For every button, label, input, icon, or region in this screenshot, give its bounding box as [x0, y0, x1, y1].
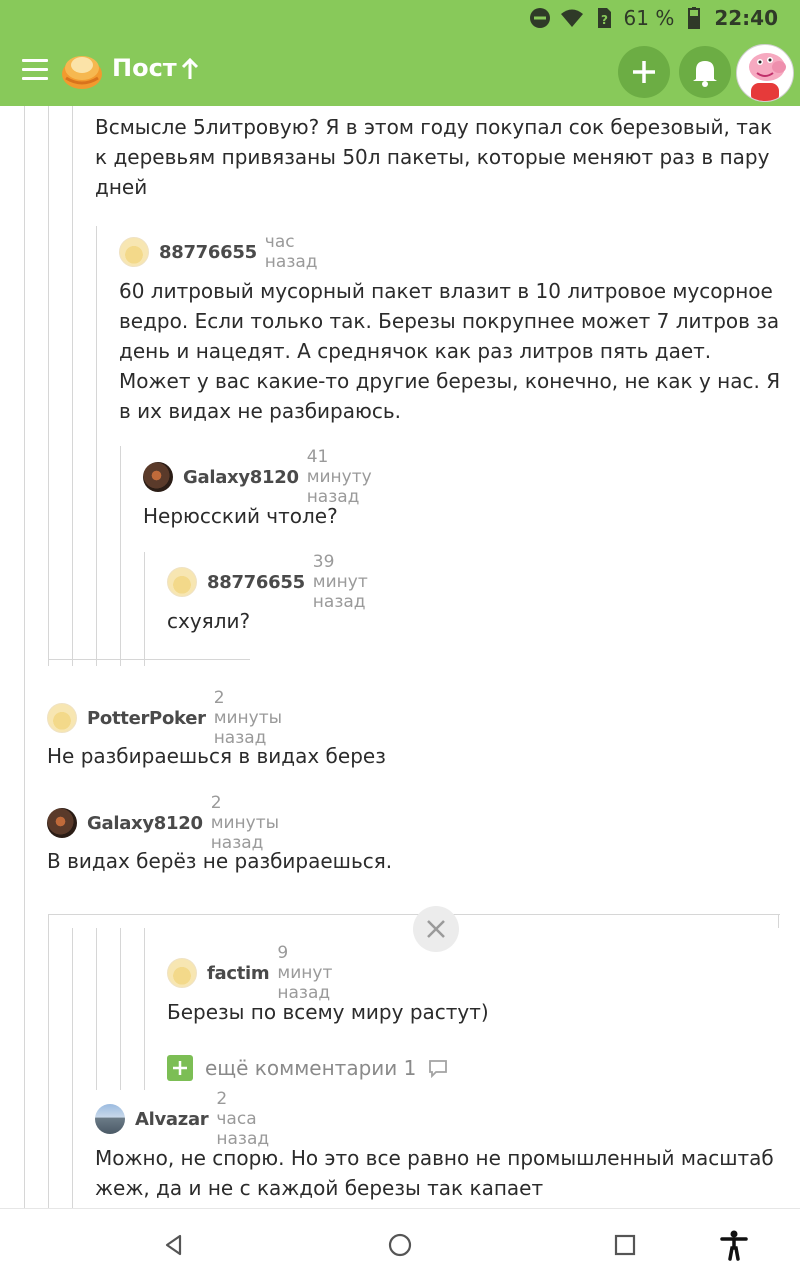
avatar[interactable] [95, 1104, 125, 1134]
comment-author[interactable]: Galaxy8120 [183, 467, 299, 488]
collapse-thread-button[interactable] [413, 906, 459, 952]
page-title: Пост [112, 54, 177, 82]
comment-bubble-icon [429, 1060, 448, 1078]
status-bar: ? 61 % 22:40 [0, 0, 800, 36]
svg-text:?: ? [601, 13, 608, 27]
comment-time: 2 минуты назад [213, 688, 283, 748]
comment-time: 9 минут назад [277, 943, 333, 1003]
notifications-button[interactable] [679, 46, 731, 98]
navigation-bar [0, 1208, 800, 1281]
comment-time: 41 минуту назад [306, 447, 372, 507]
comment-time: час назад [264, 232, 318, 272]
wifi-icon [560, 9, 583, 27]
close-icon [427, 920, 445, 938]
plus-icon [633, 61, 655, 83]
avatar[interactable] [167, 958, 197, 988]
avatar[interactable] [736, 44, 794, 102]
logo-icon[interactable] [60, 48, 104, 92]
comments-thread[interactable]: Всмысле 5литровую? Я в этом году покупал… [0, 106, 800, 1208]
comment-time: 2 часа назад [216, 1089, 270, 1149]
comment-text: Не разбираешься в видах берез [47, 744, 386, 768]
comment-author[interactable]: 88776655 [159, 242, 257, 263]
no-sim-icon: ? [597, 8, 611, 28]
comment-time: 39 минут назад [312, 552, 368, 612]
comment-author[interactable]: Alvazar [135, 1109, 209, 1130]
comment-text: Можно, не спорю. Но это все равно не про… [95, 1146, 774, 1200]
accessibility-icon[interactable] [718, 1229, 750, 1261]
comment-author[interactable]: PotterPoker [87, 708, 206, 729]
comment-text: В видах берёз не разбираешься. [47, 849, 393, 873]
battery-percent: 61 % [623, 6, 675, 30]
add-post-button[interactable] [618, 46, 670, 98]
comment-author[interactable]: factim [207, 963, 270, 984]
app-bar: Пост [0, 36, 800, 106]
recents-icon[interactable] [609, 1229, 641, 1261]
home-icon[interactable] [384, 1229, 416, 1261]
avatar[interactable] [143, 462, 173, 492]
comment-text: Березы по всему миру растут) [167, 1000, 489, 1024]
more-comments-label: ещё комментарии 1 [205, 1056, 417, 1080]
clock-time: 22:40 [714, 6, 778, 30]
comment-text: Нерюсский чтоле? [143, 504, 338, 528]
plus-icon [167, 1055, 193, 1081]
avatar[interactable] [167, 567, 197, 597]
avatar[interactable] [119, 237, 149, 267]
comment-text: схуяли? [167, 609, 251, 633]
arrow-up-icon[interactable] [180, 57, 200, 83]
comment-author[interactable]: 88776655 [207, 572, 305, 593]
avatar[interactable] [47, 808, 77, 838]
back-icon[interactable] [158, 1229, 190, 1261]
comment-text: 60 литровый мусорный пакет влазит в 10 л… [119, 279, 781, 423]
comment-text: Всмысле 5литровую? Я в этом году покупал… [95, 115, 773, 199]
battery-icon [688, 7, 701, 29]
comment-author[interactable]: Galaxy8120 [87, 813, 203, 834]
do-not-disturb-icon [529, 8, 550, 28]
avatar[interactable] [47, 703, 77, 733]
bell-icon [693, 61, 717, 87]
menu-icon[interactable] [22, 59, 48, 81]
comment-time: 2 минуты назад [210, 793, 280, 853]
more-comments-button[interactable]: ещё комментарии 1 [167, 1054, 448, 1082]
